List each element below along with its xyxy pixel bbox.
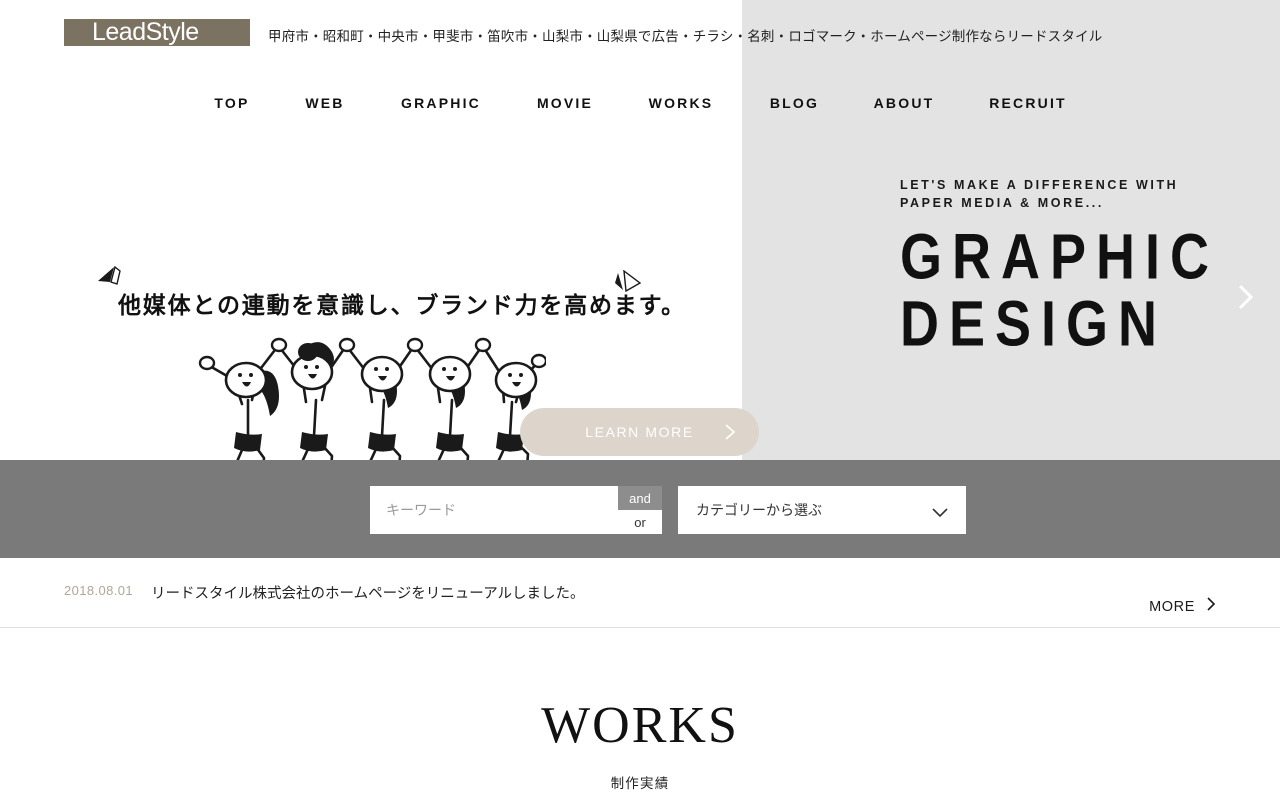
hero-headline: 他媒体との連動を意識し、ブランド力を高めます。	[118, 292, 686, 318]
nav-item-graphic[interactable]: GRAPHIC	[381, 72, 501, 134]
logo-text: LeadStyle	[92, 18, 199, 46]
news-row: 2018.08.01 リードスタイル株式会社のホームページをリニューアルしました…	[0, 558, 1280, 628]
main-navigation: TOP WEB GRAPHIC MOVIE WORKS BLOG ABOUT R…	[0, 72, 1280, 134]
news-date: 2018.08.01	[64, 583, 134, 598]
chevron-down-icon	[932, 505, 948, 518]
nav-item-movie[interactable]: MOVIE	[520, 72, 610, 134]
hero-graphic-panel: LET'S MAKE A DIFFERENCE WITH PAPER MEDIA…	[742, 134, 1280, 460]
hero-panel-content: LET'S MAKE A DIFFERENCE WITH PAPER MEDIA…	[900, 176, 1240, 357]
nav-list: TOP WEB GRAPHIC MOVIE WORKS BLOG ABOUT R…	[0, 72, 1280, 134]
operator-or-button[interactable]: or	[618, 510, 662, 534]
search-bar: and or カテゴリーから選ぶ 検索	[0, 460, 1280, 558]
category-select[interactable]: カテゴリーから選ぶ	[678, 486, 966, 534]
operator-and-button[interactable]: and	[618, 486, 662, 510]
site-logo[interactable]: LeadStyle	[64, 19, 250, 46]
chevron-right-icon	[1206, 596, 1216, 617]
learn-more-button[interactable]: LEARN MORE	[520, 408, 759, 456]
learn-more-label: LEARN MORE	[585, 424, 694, 440]
works-title: WORKS	[541, 697, 739, 754]
nav-item-top[interactable]: TOP	[196, 72, 268, 134]
works-section: WORKS 制作実績	[0, 628, 1280, 800]
hero-panel-title-line1: GRAPHIC	[900, 221, 1220, 293]
cheering-people-illustration	[196, 332, 548, 460]
hero-panel-kicker: LET'S MAKE A DIFFERENCE WITH PAPER MEDIA…	[900, 178, 1179, 211]
chevron-right-icon	[723, 423, 737, 441]
category-select-label: カテゴリーから選ぶ	[696, 502, 822, 518]
hero-panel-title: GRAPHIC DESIGN	[900, 224, 1240, 358]
hero-section: LET'S MAKE A DIFFERENCE WITH PAPER MEDIA…	[0, 134, 1280, 460]
carousel-next-arrow-icon[interactable]	[1232, 279, 1258, 315]
nav-item-works[interactable]: WORKS	[631, 72, 731, 134]
nav-item-about[interactable]: ABOUT	[855, 72, 953, 134]
site-tagline: 甲府市・昭和町・中央市・甲斐市・笛吹市・山梨市・山梨県で広告・チラシ・名刺・ロゴ…	[268, 29, 1103, 44]
nav-item-web[interactable]: WEB	[289, 72, 361, 134]
nav-item-blog[interactable]: BLOG	[752, 72, 837, 134]
operator-toggle: and or	[618, 486, 662, 534]
keyword-search-group: and or	[370, 486, 662, 534]
site-header: LeadStyle 甲府市・昭和町・中央市・甲斐市・笛吹市・山梨市・山梨県で広告…	[0, 0, 1280, 72]
works-subtitle: 制作実績	[610, 776, 670, 791]
search-input[interactable]	[370, 486, 618, 534]
news-more-link[interactable]: MORE	[1149, 596, 1216, 617]
nav-item-recruit[interactable]: RECRUIT	[968, 72, 1088, 134]
news-more-label: MORE	[1149, 598, 1195, 615]
hero-panel-title-line2: DESIGN	[900, 288, 1168, 360]
news-title-link[interactable]: リードスタイル株式会社のホームページをリニューアルしました。	[151, 582, 585, 603]
